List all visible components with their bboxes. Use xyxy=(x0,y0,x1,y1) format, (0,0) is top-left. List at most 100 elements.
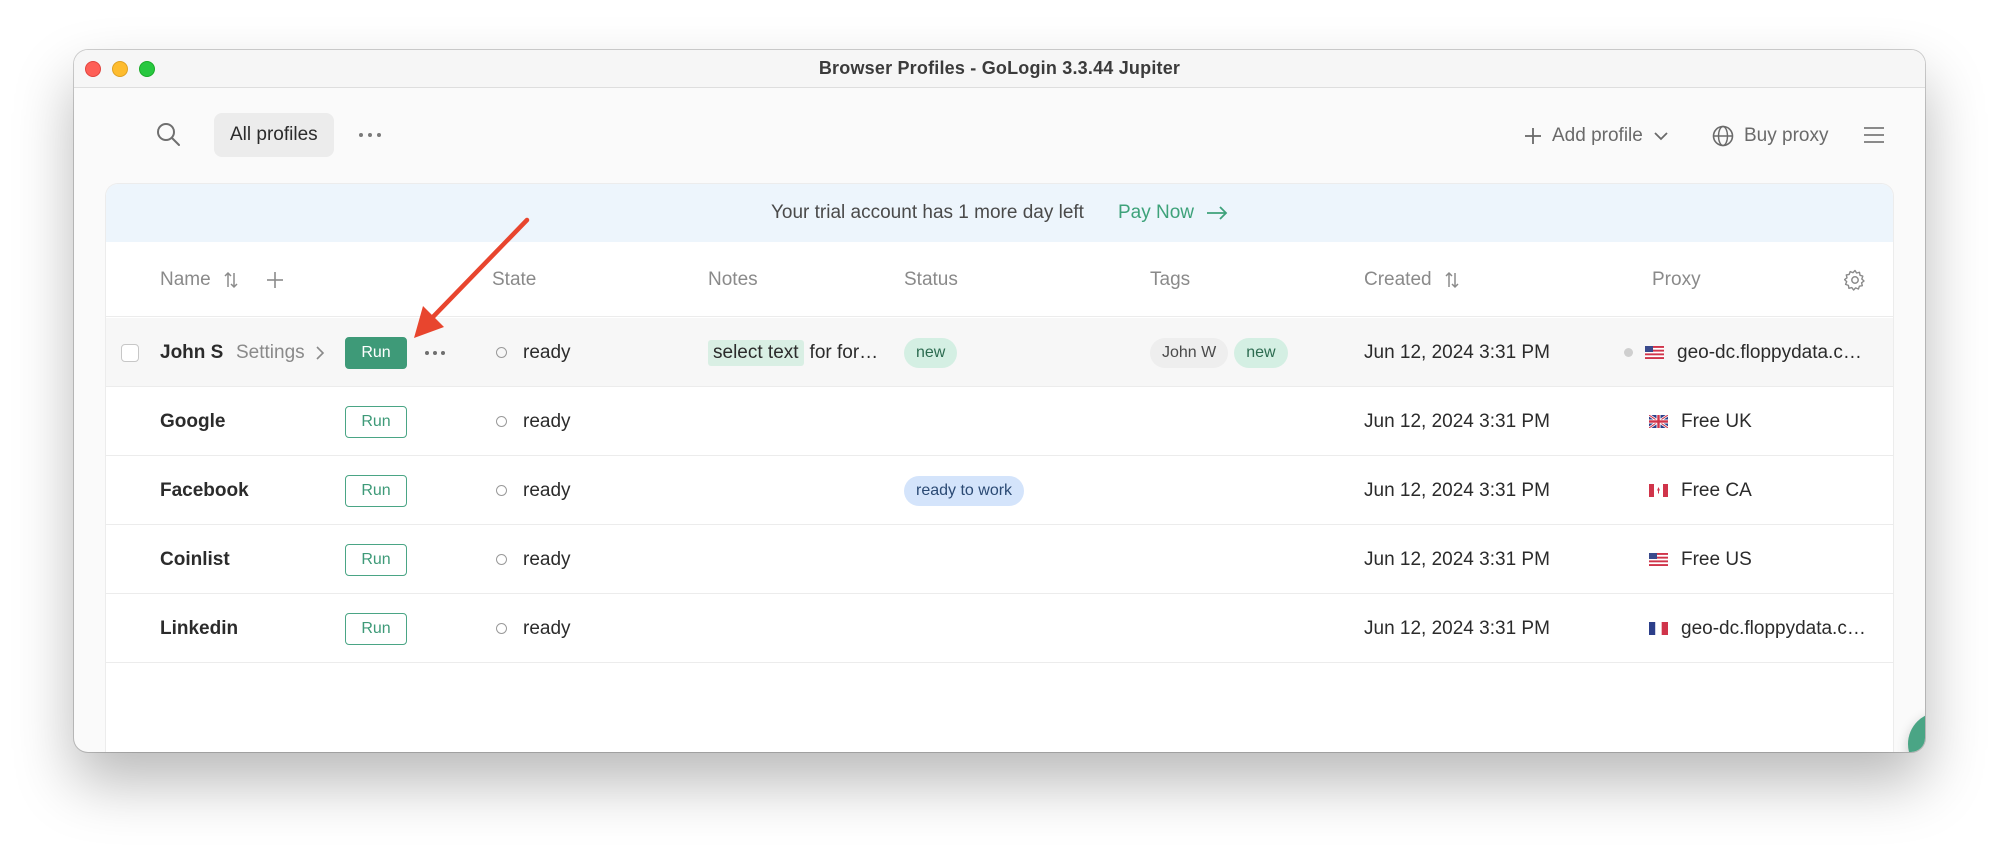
state-label: ready xyxy=(523,410,571,432)
proxy-cell[interactable]: Free UK xyxy=(1649,387,1752,456)
column-name-label: Name xyxy=(160,268,211,290)
uk-flag-icon xyxy=(1649,415,1668,428)
proxy-cell[interactable]: Free CA xyxy=(1649,456,1752,525)
chevron-down-icon[interactable] xyxy=(1653,131,1669,141)
created-date: Jun 12, 2024 3:31 PM xyxy=(1364,341,1550,363)
run-button[interactable]: Run xyxy=(345,336,407,369)
row-checkbox[interactable] xyxy=(121,343,139,362)
run-button-cell: Run xyxy=(345,387,407,456)
state-cell: ready xyxy=(496,318,571,387)
state-indicator-icon xyxy=(496,554,507,565)
more-horizontal-icon xyxy=(359,133,381,137)
us-flag-icon xyxy=(1649,553,1668,566)
tag-chip: John W xyxy=(1150,337,1229,368)
add-column-plus-icon[interactable] xyxy=(265,270,285,290)
run-button[interactable]: Run xyxy=(345,405,407,438)
folders-more-button[interactable] xyxy=(356,120,384,150)
proxy-cell[interactable]: geo-dc.floppydata.c… xyxy=(1624,318,1862,387)
more-horizontal-icon[interactable] xyxy=(424,349,446,357)
row-checkbox-cell xyxy=(121,318,139,387)
sort-icon[interactable] xyxy=(223,271,239,289)
proxy-label: Free US xyxy=(1681,548,1752,570)
table-settings-button[interactable] xyxy=(1844,242,1866,317)
run-button-cell: Run xyxy=(345,525,407,594)
main-menu-button[interactable] xyxy=(1860,120,1888,150)
created-date: Jun 12, 2024 3:31 PM xyxy=(1364,617,1550,639)
sort-icon[interactable] xyxy=(1444,271,1460,289)
state-cell: ready xyxy=(496,594,571,663)
proxy-cell[interactable]: geo-dc.floppydata.c… xyxy=(1649,594,1866,663)
buy-proxy-label: Buy proxy xyxy=(1744,125,1829,146)
column-header-tags[interactable]: Tags xyxy=(1150,242,1190,317)
run-button[interactable]: Run xyxy=(345,612,407,645)
note-selected-text: select text xyxy=(708,339,804,366)
plus-icon xyxy=(1525,128,1541,144)
state-indicator-icon xyxy=(496,485,507,496)
add-profile-label: Add profile xyxy=(1552,125,1643,146)
globe-icon xyxy=(1712,125,1734,147)
state-label: ready xyxy=(523,617,571,639)
table-row[interactable]: Facebook Run ready ready to work Jun 12,… xyxy=(106,456,1893,525)
column-header-notes[interactable]: Notes xyxy=(708,242,758,317)
profile-name[interactable]: John S xyxy=(160,318,223,387)
column-header-proxy[interactable]: Proxy xyxy=(1652,242,1701,317)
status-badge: ready to work xyxy=(904,475,1025,506)
search-icon xyxy=(157,123,180,146)
window-minimize-button[interactable] xyxy=(112,61,128,77)
run-button[interactable]: Run xyxy=(345,474,407,507)
settings-label: Settings xyxy=(236,341,305,363)
state-label: ready xyxy=(523,479,571,501)
pay-now-link[interactable]: Pay Now xyxy=(1118,202,1228,224)
state-indicator-icon xyxy=(496,347,507,358)
hamburger-menu-icon xyxy=(1864,127,1884,143)
profile-name[interactable]: Facebook xyxy=(160,456,249,525)
trial-banner: Your trial account has 1 more day left P… xyxy=(106,184,1893,242)
buy-proxy-button[interactable]: Buy proxy xyxy=(1712,116,1828,156)
table-row[interactable]: John S Settings Run ready select text fo… xyxy=(106,318,1893,387)
created-date: Jun 12, 2024 3:31 PM xyxy=(1364,548,1550,570)
window-close-button[interactable] xyxy=(85,61,101,77)
status-badge: new xyxy=(904,337,958,368)
run-button-cell: Run xyxy=(345,456,407,525)
proxy-cell[interactable]: Free US xyxy=(1649,525,1752,594)
state-cell: ready xyxy=(496,387,571,456)
run-button-cell: Run xyxy=(345,594,407,663)
support-chat-button[interactable] xyxy=(1908,712,1925,752)
proxy-label: geo-dc.floppydata.c… xyxy=(1677,341,1862,363)
traffic-lights xyxy=(85,61,155,77)
run-button[interactable]: Run xyxy=(345,543,407,576)
ca-flag-icon xyxy=(1649,484,1668,497)
column-header-status[interactable]: Status xyxy=(904,242,958,317)
tags-cell[interactable]: John W new xyxy=(1150,318,1288,387)
add-profile-button[interactable]: Add profile xyxy=(1524,116,1669,156)
table-row[interactable]: Google Run ready Jun 12, 2024 3:31 PM Fr… xyxy=(106,387,1893,456)
table-row[interactable]: Coinlist Run ready Jun 12, 2024 3:31 PM … xyxy=(106,525,1893,594)
state-cell: ready xyxy=(496,525,571,594)
profiles-panel: Your trial account has 1 more day left P… xyxy=(106,184,1893,752)
created-date: Jun 12, 2024 3:31 PM xyxy=(1364,410,1550,432)
run-button-cell: Run xyxy=(345,318,407,387)
column-header-created[interactable]: Created xyxy=(1364,242,1460,317)
row-more-cell xyxy=(424,318,446,387)
profile-name[interactable]: Google xyxy=(160,387,225,456)
created-date: Jun 12, 2024 3:31 PM xyxy=(1364,479,1550,501)
status-cell[interactable]: new xyxy=(904,318,958,387)
notes-cell[interactable]: select text for for… xyxy=(708,318,878,387)
all-profiles-folder-tab[interactable]: All profiles xyxy=(214,113,334,157)
profile-name[interactable]: Linkedin xyxy=(160,594,238,663)
column-header-name[interactable]: Name xyxy=(160,242,285,317)
app-window: Browser Profiles - GoLogin 3.3.44 Jupite… xyxy=(74,50,1925,752)
table-header: Name State Notes Status Tags Created Pro… xyxy=(106,242,1893,317)
proxy-label: Free CA xyxy=(1681,479,1752,501)
window-title: Browser Profiles - GoLogin 3.3.44 Jupite… xyxy=(818,58,1181,78)
gear-icon xyxy=(1844,269,1865,291)
column-header-state[interactable]: State xyxy=(492,242,536,317)
window-maximize-button[interactable] xyxy=(139,61,155,77)
profile-settings-link[interactable]: Settings xyxy=(236,342,325,364)
profile-name[interactable]: Coinlist xyxy=(160,525,230,594)
search-button[interactable] xyxy=(154,120,184,150)
table-row[interactable]: Linkedin Run ready Jun 12, 2024 3:31 PM … xyxy=(106,594,1893,663)
trial-message: Your trial account has 1 more day left xyxy=(770,202,1084,223)
title-bar: Browser Profiles - GoLogin 3.3.44 Jupite… xyxy=(74,50,1925,88)
status-cell[interactable]: ready to work xyxy=(904,456,1025,525)
